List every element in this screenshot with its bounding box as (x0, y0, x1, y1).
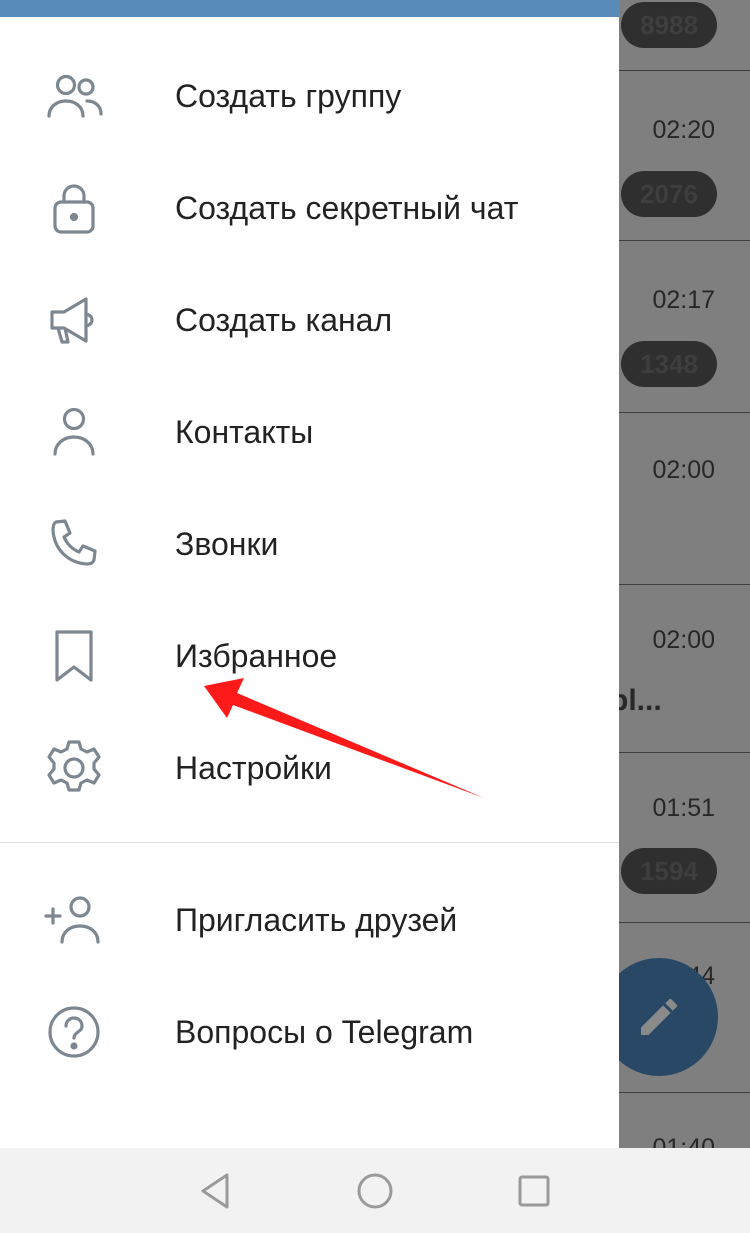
gear-icon (42, 738, 106, 798)
menu-label: Настройки (175, 750, 332, 786)
menu-item-new-channel[interactable]: Создать канал (0, 264, 619, 376)
menu-item-calls[interactable]: Звонки (0, 488, 619, 600)
phone-icon (42, 514, 106, 574)
menu-item-settings[interactable]: Настройки (0, 712, 619, 824)
drawer-header (0, 0, 619, 17)
menu-item-contacts[interactable]: Контакты (0, 376, 619, 488)
lock-icon (42, 178, 106, 238)
menu-item-telegram-faq[interactable]: Вопросы о Telegram (0, 976, 619, 1088)
person-icon (42, 402, 106, 462)
megaphone-icon (42, 290, 106, 350)
menu-item-invite-friends[interactable]: Пригласить друзей (0, 864, 619, 976)
menu-label: Вопросы о Telegram (175, 1014, 474, 1050)
menu-divider (0, 842, 619, 843)
menu-label: Избранное (175, 638, 338, 674)
bookmark-icon (42, 626, 106, 686)
help-icon (42, 1002, 106, 1062)
navigation-drawer: Создать группу Создать секретный чат Соз… (0, 0, 619, 1148)
pencil-icon (641, 999, 677, 1035)
menu-label: Звонки (175, 526, 279, 562)
menu-label: Создать группу (175, 78, 402, 114)
home-icon[interactable] (352, 1168, 398, 1214)
recents-icon[interactable] (511, 1168, 557, 1214)
add-person-icon (42, 890, 106, 950)
menu-label: Создать секретный чат (175, 190, 519, 226)
menu-item-new-group[interactable]: Создать группу (0, 40, 619, 152)
menu-label: Контакты (175, 414, 314, 450)
menu-item-saved-messages[interactable]: Избранное (0, 600, 619, 712)
group-icon (42, 66, 106, 126)
back-icon[interactable] (193, 1168, 239, 1214)
menu-label: Пригласить друзей (175, 902, 458, 938)
menu-item-secret-chat[interactable]: Создать секретный чат (0, 152, 619, 264)
system-nav-bar (0, 1148, 750, 1233)
menu-label: Создать канал (175, 302, 393, 338)
